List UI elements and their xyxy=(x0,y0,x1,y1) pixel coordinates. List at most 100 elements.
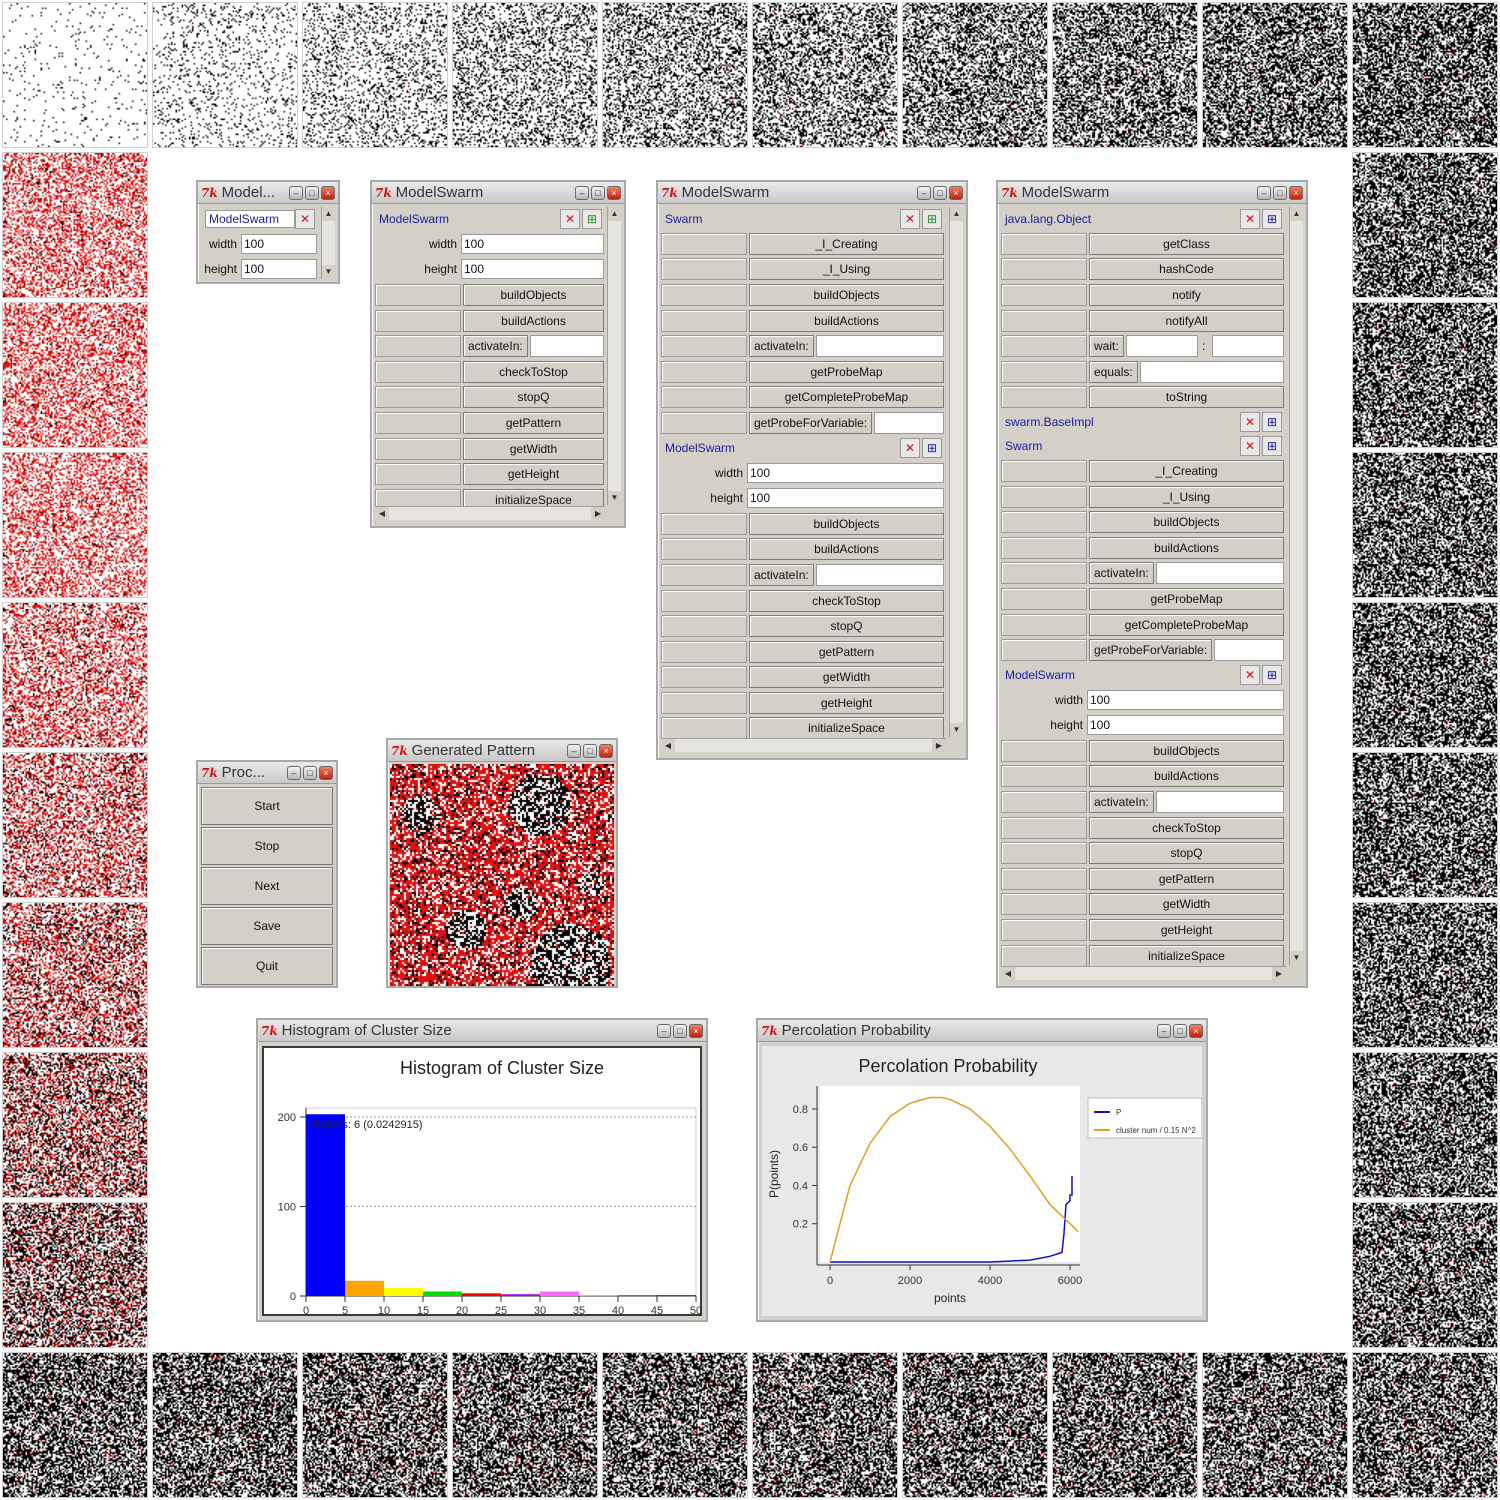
title-bar[interactable]: 7k Percolation Probability – □ × xyxy=(758,1020,1206,1042)
method-button[interactable]: buildActions xyxy=(1089,765,1284,788)
scroll-left-icon[interactable]: ◀ xyxy=(661,739,675,752)
var-field[interactable]: 100 xyxy=(747,488,944,509)
method-button[interactable]: getHeight xyxy=(749,691,944,714)
method-button[interactable]: initializeSpace xyxy=(749,717,944,740)
method-button[interactable]: buildActions xyxy=(1089,536,1284,559)
complete-probe-icon[interactable]: ⊞ xyxy=(1262,436,1282,457)
title-bar[interactable]: 7k ModelSwarm – □ × xyxy=(658,182,966,204)
method-button[interactable]: getWidth xyxy=(463,437,604,460)
close-icon[interactable]: × xyxy=(1189,1023,1203,1038)
method-button[interactable]: notifyAll xyxy=(1089,309,1284,332)
scroll-up-icon[interactable]: ▲ xyxy=(322,207,335,221)
model-swarm-probe-window-2[interactable]: 7k ModelSwarm – □ × Swarm ✕ ⊞ _I_Creatin… xyxy=(656,180,968,760)
method-button[interactable]: _I_Creating xyxy=(749,232,944,255)
drop-probe-icon[interactable]: ✕ xyxy=(900,437,920,458)
complete-probe-icon[interactable]: ⊞ xyxy=(922,437,942,458)
drop-probe-icon[interactable]: ✕ xyxy=(560,209,580,229)
argument-field[interactable] xyxy=(1125,335,1199,358)
method-button[interactable]: activateIn: xyxy=(1089,791,1154,814)
complete-probe-icon[interactable]: ⊞ xyxy=(922,209,942,229)
method-button[interactable]: activateIn: xyxy=(1089,562,1154,585)
close-icon[interactable]: × xyxy=(319,765,333,780)
vertical-scrollbar[interactable]: ▲ ▼ xyxy=(321,207,335,279)
stop-button[interactable]: Stop xyxy=(201,827,333,865)
drop-probe-icon[interactable]: ✕ xyxy=(900,209,920,229)
title-bar[interactable]: 7k ModelSwarm – □ × xyxy=(372,182,624,204)
method-button[interactable]: _I_Using xyxy=(749,258,944,281)
method-button[interactable]: buildObjects xyxy=(749,512,944,535)
complete-probe-icon[interactable]: ⊞ xyxy=(1262,412,1282,433)
scroll-down-icon[interactable]: ▼ xyxy=(1290,951,1303,965)
drop-probe-icon[interactable]: ✕ xyxy=(1240,664,1260,685)
method-button[interactable]: getPattern xyxy=(749,640,944,663)
argument-field[interactable] xyxy=(1214,639,1284,662)
scroll-up-icon[interactable]: ▲ xyxy=(950,207,963,221)
close-icon[interactable]: × xyxy=(949,185,963,200)
scroll-down-icon[interactable]: ▼ xyxy=(322,265,335,279)
var-field[interactable]: 100 xyxy=(1087,715,1284,736)
method-button[interactable]: getProbeForVariable: xyxy=(1089,639,1213,662)
method-button[interactable]: getProbeForVariable: xyxy=(749,411,873,434)
next-button[interactable]: Next xyxy=(201,867,333,905)
minimize-icon[interactable]: – xyxy=(657,1023,671,1038)
height-field[interactable]: 100 xyxy=(241,259,317,280)
method-button[interactable]: _I_Creating xyxy=(1089,459,1284,482)
close-icon[interactable]: × xyxy=(1289,185,1303,200)
argument-field[interactable] xyxy=(1155,562,1284,585)
method-button[interactable]: notify xyxy=(1089,283,1284,306)
scroll-left-icon[interactable]: ◀ xyxy=(1001,967,1015,980)
model-swarm-probe-window-3[interactable]: 7k ModelSwarm – □ × java.lang.Object ✕ ⊞… xyxy=(996,180,1308,988)
method-button[interactable]: getHeight xyxy=(463,463,604,486)
histogram-window[interactable]: 7k Histogram of Cluster Size – □ × Histo… xyxy=(256,1018,708,1322)
close-icon[interactable]: × xyxy=(689,1023,703,1038)
complete-probe-icon[interactable]: ⊞ xyxy=(582,209,602,229)
complete-probe-icon[interactable]: ⊞ xyxy=(1262,209,1282,229)
quit-button[interactable]: Quit xyxy=(201,947,333,985)
method-button[interactable]: equals: xyxy=(1089,360,1138,383)
method-button[interactable]: checkToStop xyxy=(463,360,604,383)
minimize-icon[interactable]: – xyxy=(287,765,301,780)
method-button[interactable]: getHeight xyxy=(1089,919,1284,942)
method-button[interactable]: getPattern xyxy=(463,411,604,434)
method-button[interactable]: _I_Using xyxy=(1089,485,1284,508)
model-swarm-probe-window-1[interactable]: 7k ModelSwarm – □ × ModelSwarm ✕ ⊞ width… xyxy=(370,180,626,528)
method-button[interactable]: buildActions xyxy=(749,309,944,332)
method-button[interactable]: initializeSpace xyxy=(1089,944,1284,967)
method-button[interactable]: stopQ xyxy=(749,615,944,638)
drop-probe-icon[interactable]: ✕ xyxy=(295,209,315,229)
var-field[interactable]: 100 xyxy=(461,259,604,280)
argument-field[interactable] xyxy=(1211,335,1284,358)
horizontal-scrollbar[interactable]: ◀ ▶ xyxy=(375,506,605,520)
method-button[interactable]: getProbeMap xyxy=(1089,587,1284,610)
scroll-right-icon[interactable]: ▶ xyxy=(591,507,605,520)
method-button[interactable]: buildObjects xyxy=(463,283,604,306)
percolation-window[interactable]: 7k Percolation Probability – □ × Percola… xyxy=(756,1018,1208,1322)
close-icon[interactable]: × xyxy=(599,743,613,758)
method-button[interactable]: stopQ xyxy=(1089,842,1284,865)
vertical-scrollbar[interactable]: ▲ ▼ xyxy=(949,207,963,737)
title-bar[interactable]: 7k ModelSwarm – □ × xyxy=(998,182,1306,204)
method-button[interactable]: getCompleteProbeMap xyxy=(749,386,944,409)
title-bar[interactable]: 7k Generated Pattern – □ × xyxy=(388,740,616,762)
method-button[interactable]: checkToStop xyxy=(1089,816,1284,839)
method-button[interactable]: getCompleteProbeMap xyxy=(1089,613,1284,636)
method-button[interactable]: buildObjects xyxy=(1089,739,1284,762)
scroll-up-icon[interactable]: ▲ xyxy=(1290,207,1303,221)
method-button[interactable]: wait: xyxy=(1089,335,1124,358)
maximize-icon[interactable]: □ xyxy=(933,185,947,200)
maximize-icon[interactable]: □ xyxy=(583,743,597,758)
close-icon[interactable]: × xyxy=(321,185,335,200)
generated-pattern-window[interactable]: 7k Generated Pattern – □ × xyxy=(386,738,618,988)
method-button[interactable]: getClass xyxy=(1089,232,1284,255)
method-button[interactable]: getWidth xyxy=(749,666,944,689)
model-swarm-small-window[interactable]: 7k Model... – □ × ModelSwarm ✕ width 100… xyxy=(196,180,340,284)
horizontal-scrollbar[interactable]: ◀ ▶ xyxy=(1001,966,1286,980)
title-bar[interactable]: 7k Model... – □ × xyxy=(198,182,338,204)
save-button[interactable]: Save xyxy=(201,907,333,945)
var-field[interactable]: 100 xyxy=(461,233,604,254)
scroll-down-icon[interactable]: ▼ xyxy=(950,723,963,737)
method-button[interactable]: checkToStop xyxy=(749,589,944,612)
argument-field[interactable] xyxy=(815,335,944,358)
method-button[interactable]: getProbeMap xyxy=(749,360,944,383)
scroll-right-icon[interactable]: ▶ xyxy=(1272,967,1286,980)
